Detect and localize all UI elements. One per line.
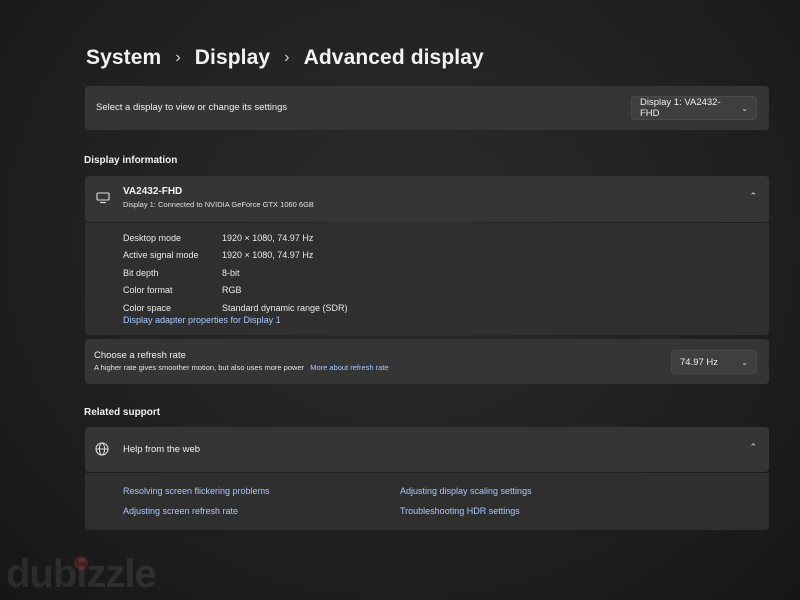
- info-value: 1920 × 1080, 74.97 Hz: [222, 232, 314, 243]
- monitor-icon: [96, 192, 110, 204]
- display-select-row: Select a display to view or change its s…: [85, 86, 769, 130]
- refresh-rate-title: Choose a refresh rate: [94, 350, 186, 361]
- display-adapter-properties-link[interactable]: Display adapter properties for Display 1: [123, 315, 281, 325]
- info-value: 1920 × 1080, 74.97 Hz: [222, 250, 314, 261]
- chevron-down-icon: ⌄: [741, 357, 748, 367]
- breadcrumb: System › Display › Advanced display: [86, 46, 484, 70]
- help-links-panel: Resolving screen flickering problems Adj…: [85, 473, 769, 530]
- breadcrumb-system[interactable]: System: [86, 46, 161, 70]
- info-key: Color space: [123, 302, 172, 313]
- refresh-rate-dropdown[interactable]: 74.97 Hz ⌄: [671, 350, 757, 374]
- help-link[interactable]: Adjusting screen refresh rate: [123, 506, 238, 516]
- info-value: Standard dynamic range (SDR): [222, 302, 348, 313]
- more-about-refresh-rate-link[interactable]: More about refresh rate: [310, 363, 388, 372]
- info-value: 8-bit: [222, 267, 240, 278]
- display-dropdown-value: Display 1: VA2432-FHD: [640, 97, 721, 119]
- info-row: Color space Standard dynamic range (SDR): [123, 299, 348, 317]
- display-info-header[interactable]: VA2432-FHD Display 1: Connected to NVIDI…: [85, 176, 769, 222]
- chevron-down-icon: ⌄: [741, 103, 748, 113]
- chevron-up-icon[interactable]: ⌃: [749, 191, 757, 202]
- help-link[interactable]: Adjusting display scaling settings: [400, 486, 532, 496]
- info-key: Bit depth: [123, 267, 159, 278]
- info-row: Bit depth 8-bit: [123, 264, 348, 282]
- help-link[interactable]: Troubleshooting HDR settings: [400, 506, 520, 516]
- related-support-heading: Related support: [84, 407, 161, 418]
- info-key: Desktop mode: [123, 232, 182, 243]
- info-row: Active signal mode 1920 × 1080, 74.97 Hz: [123, 247, 348, 265]
- display-info-list: Desktop mode 1920 × 1080, 74.97 Hz Activ…: [123, 229, 348, 317]
- page-title: Advanced display: [303, 46, 484, 69]
- display-dropdown[interactable]: Display 1: VA2432-FHD ⌄: [631, 96, 757, 120]
- display-select-label: Select a display to view or change its s…: [96, 102, 288, 113]
- info-value: RGB: [222, 285, 242, 296]
- info-key: Active signal mode: [123, 250, 199, 261]
- refresh-rate-row: Choose a refresh rate A higher rate give…: [85, 339, 769, 384]
- refresh-rate-value: 74.97 Hz: [680, 356, 719, 368]
- chevron-up-icon[interactable]: ⌃: [749, 442, 757, 453]
- display-info-body: Desktop mode 1920 × 1080, 74.97 Hz Activ…: [85, 223, 769, 335]
- refresh-rate-description: A higher rate gives smoother motion, but…: [94, 363, 389, 372]
- info-row: Desktop mode 1920 × 1080, 74.97 Hz: [123, 229, 348, 247]
- refresh-rate-subtitle: A higher rate gives smoother motion, but…: [94, 363, 305, 372]
- info-key: Color format: [123, 285, 173, 296]
- help-link[interactable]: Resolving screen flickering problems: [123, 486, 270, 496]
- info-row: Color format RGB: [123, 282, 348, 300]
- watermark: dubizzle: [6, 552, 157, 596]
- globe-icon: [95, 442, 109, 456]
- help-from-web-header[interactable]: Help from the web ⌃: [85, 427, 769, 472]
- breadcrumb-separator: ›: [175, 49, 181, 66]
- display-name: VA2432-FHD: [123, 186, 183, 197]
- help-from-web-title: Help from the web: [123, 444, 201, 455]
- display-information-heading: Display information: [84, 155, 178, 166]
- display-connection: Display 1: Connected to NVIDIA GeForce G…: [123, 200, 314, 209]
- breadcrumb-display[interactable]: Display: [195, 46, 270, 70]
- settings-window: System › Display › Advanced display Sele…: [0, 0, 800, 600]
- breadcrumb-separator: ›: [284, 49, 290, 66]
